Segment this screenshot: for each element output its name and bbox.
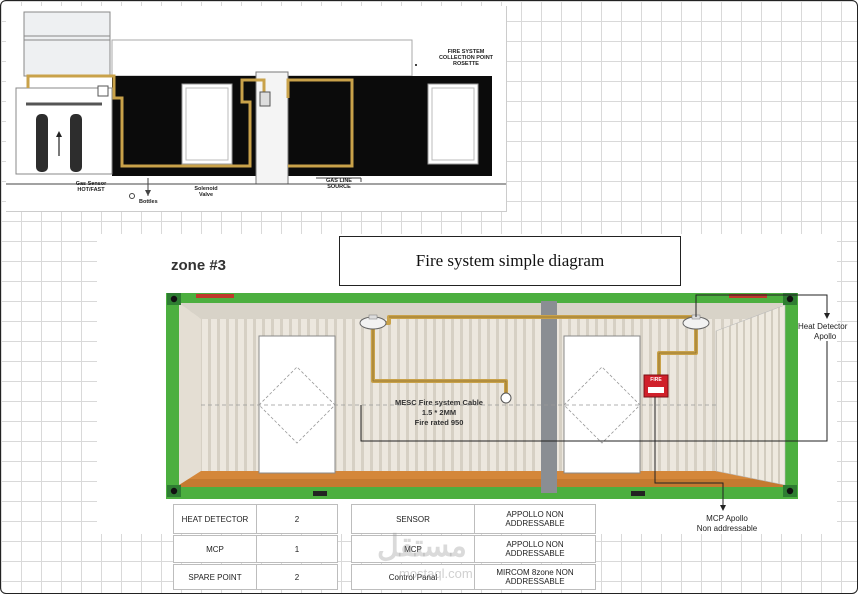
gas-bottle-1 bbox=[36, 114, 48, 172]
cable-label-2: 1.5 * 2MM bbox=[421, 408, 457, 417]
gas-line-label: GAS LINE SOURCE bbox=[326, 178, 352, 190]
bottles-label: Bottles bbox=[139, 199, 158, 205]
roof-panel bbox=[111, 39, 413, 77]
mcp-box-text: FIRE bbox=[650, 377, 662, 383]
heat-detector-label-2: Apollo bbox=[814, 332, 837, 341]
count-item-cell: MCP bbox=[173, 535, 257, 563]
count-qty-cell: 2 bbox=[256, 504, 338, 534]
diagram-title: Fire system simple diagram bbox=[415, 251, 605, 270]
spec-value-cell: APPOLLO NON ADDRESSABLE bbox=[474, 535, 596, 563]
watermark-arabic: مستقل bbox=[377, 530, 467, 563]
zone-label: zone #3 bbox=[171, 257, 227, 274]
title-box: Fire system simple diagram bbox=[339, 236, 681, 286]
gas-room bbox=[15, 87, 113, 175]
diagram-frame: FIRE SYSTEM COLLECTION POINT ROSETTE Gas… bbox=[0, 0, 858, 594]
watermark-latin: mostaql.com bbox=[399, 566, 473, 581]
count-qty-cell: 1 bbox=[256, 535, 338, 563]
fire-collection-label: FIRE SYSTEM COLLECTION POINT ROSETTE bbox=[438, 49, 494, 67]
center-column bbox=[255, 71, 289, 185]
gas-sensor-label: Gas Sensor HOT/FAST bbox=[75, 181, 107, 193]
vent-panel bbox=[23, 11, 111, 77]
spec-value-cell: MIRCOM 8zone NON ADDRESSABLE bbox=[474, 564, 596, 590]
cable-label-1: MESC Fire system Cable bbox=[395, 398, 483, 407]
gas-bottle-2 bbox=[70, 114, 82, 172]
count-qty-cell: 2 bbox=[256, 564, 338, 590]
mcp-label-1: MCP Apollo bbox=[706, 514, 748, 523]
solenoid-label: Solenoid Valve bbox=[194, 186, 218, 198]
heat-detector-label-1: Heat Detector bbox=[798, 322, 848, 331]
count-item-cell: HEAT DETECTOR bbox=[173, 504, 257, 534]
spec-value-cell: APPOLLO NON ADDRESSABLE bbox=[474, 504, 596, 534]
count-item-cell: SPARE POINT bbox=[173, 564, 257, 590]
cable-label-3: Fire rated 950 bbox=[414, 418, 464, 427]
mcp-label-2: Non addressable bbox=[696, 524, 758, 533]
top-drawing: FIRE SYSTEM COLLECTION POINT ROSETTE Gas… bbox=[6, 6, 507, 212]
